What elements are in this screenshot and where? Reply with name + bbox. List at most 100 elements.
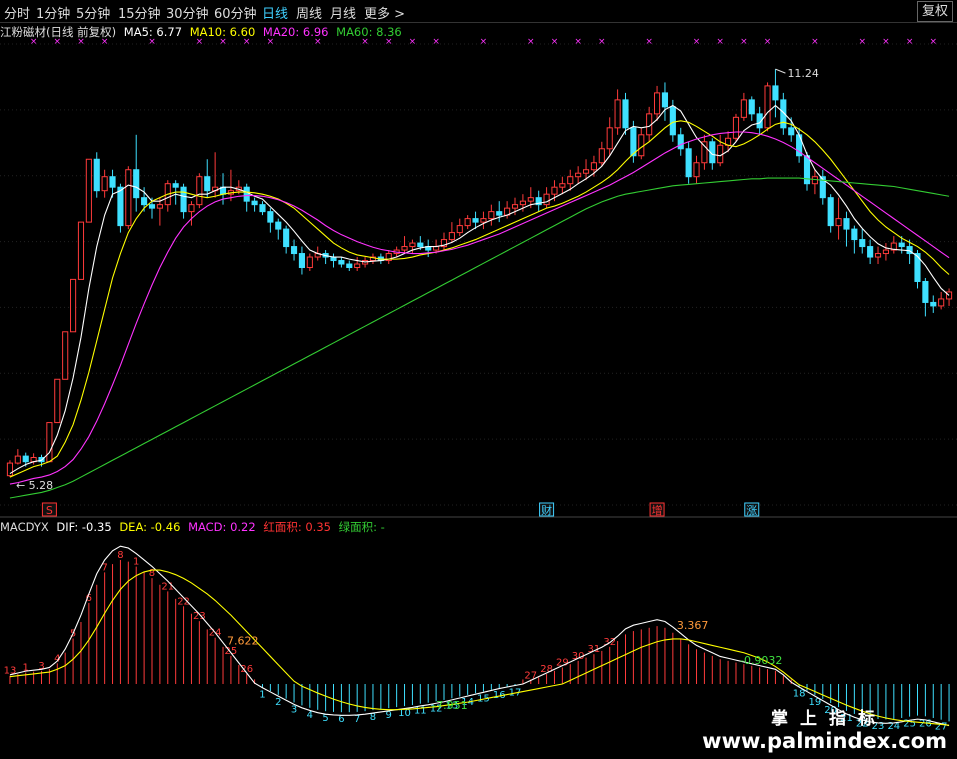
- candle-body: [188, 204, 195, 213]
- candle-body: [243, 186, 250, 202]
- event-marker-label: 涨: [746, 504, 757, 517]
- candle-body: [448, 232, 455, 241]
- candle-body: [464, 218, 471, 227]
- candle-body: [835, 218, 842, 227]
- candle-body: [496, 211, 503, 216]
- candle-body: [519, 200, 526, 206]
- candle-body: [543, 193, 550, 206]
- macd-green-count-label: 3: [291, 704, 297, 715]
- top-marker: ×: [716, 37, 724, 47]
- candle-body: [62, 331, 69, 380]
- macd-red-count-label: 13: [4, 666, 17, 677]
- candle-body: [511, 204, 519, 209]
- candle-body: [54, 378, 61, 424]
- top-marker: ×: [574, 37, 582, 47]
- candle-body: [401, 246, 408, 251]
- candle-body: [6, 462, 14, 477]
- price-callout-line: [775, 68, 786, 74]
- candle-body: [417, 242, 424, 248]
- candle-body: [156, 204, 163, 209]
- top-marker: ×: [219, 37, 227, 47]
- candle-body: [693, 162, 700, 178]
- candle-body: [141, 197, 148, 206]
- top-marker: ×: [858, 37, 866, 47]
- top-marker: ×: [385, 37, 393, 47]
- candle-body: [117, 186, 124, 227]
- candle-body: [930, 301, 937, 307]
- candle-body: [196, 176, 203, 206]
- candle-body: [109, 176, 116, 188]
- top-marker: ×: [267, 37, 275, 47]
- candle-body: [180, 186, 187, 213]
- candle-body: [685, 148, 692, 178]
- top-marker: ×: [527, 37, 535, 47]
- candle-body: [409, 242, 416, 248]
- candle-body: [622, 99, 629, 129]
- candle-body: [945, 291, 953, 300]
- candle-body: [567, 176, 574, 185]
- top-marker: ×: [314, 37, 322, 47]
- price-high-label: 11.24: [787, 67, 819, 80]
- candle-body: [582, 169, 590, 174]
- event-marker-label: 增: [652, 503, 663, 517]
- macd-red-count-label: 8: [117, 550, 123, 561]
- top-marker: ×: [882, 37, 890, 47]
- candle-body: [661, 92, 669, 108]
- candle-body: [267, 211, 274, 223]
- top-marker: ×: [551, 37, 559, 47]
- top-marker: ×: [77, 37, 85, 47]
- candle-body: [701, 141, 708, 164]
- top-marker: ×: [929, 37, 937, 47]
- top-marker: ×: [148, 37, 156, 47]
- macd-green-count-label: 1: [259, 689, 265, 700]
- candle-body: [480, 218, 487, 223]
- macd-annotation: 3.367: [677, 619, 709, 632]
- candle-body: [598, 148, 605, 164]
- candle-body: [859, 239, 866, 248]
- top-marker: ×: [409, 37, 417, 47]
- candle-body: [172, 183, 179, 188]
- candle-body: [882, 249, 889, 255]
- candle-body: [938, 298, 945, 307]
- candle-body: [677, 134, 684, 150]
- chart-canvas: × × × × × × × × × × × × × × × × × × × × × × × × × × × × × 11.24 ← 5.28…: [0, 37, 957, 733]
- candle-body: [101, 176, 108, 192]
- candle-body: [259, 204, 266, 213]
- candle-body: [772, 85, 779, 101]
- macd-annotation: -7.951: [432, 699, 467, 712]
- candle-body: [559, 183, 566, 188]
- candle-body: [275, 221, 282, 230]
- watermark-cn: 掌上指标: [771, 709, 887, 729]
- candle-body: [764, 85, 771, 129]
- candle-body: [133, 169, 140, 199]
- candle-body: [748, 99, 755, 115]
- top-marker: ×: [480, 37, 488, 47]
- macd-red-count-label: 1: [133, 557, 139, 568]
- candle-body: [874, 253, 882, 258]
- candle-body: [827, 197, 834, 227]
- macd-red-count-label: 21: [161, 581, 174, 592]
- candle-body: [125, 169, 132, 227]
- top-marker: ×: [243, 37, 251, 47]
- candle-body: [290, 246, 298, 255]
- candle-body: [653, 92, 661, 115]
- candle-body: [472, 218, 479, 223]
- candle-body: [22, 455, 29, 463]
- candle-body: [77, 221, 85, 280]
- macd-green-count-label: 9: [386, 710, 392, 721]
- candle-body: [354, 263, 361, 269]
- candle-body: [346, 263, 353, 269]
- top-marker: ×: [598, 37, 606, 47]
- candle-body: [575, 172, 582, 178]
- top-marker: ×: [693, 37, 701, 47]
- candle-body: [306, 256, 313, 269]
- candle-body: [85, 158, 92, 223]
- candle-body: [527, 197, 534, 202]
- candle-body: [93, 158, 100, 192]
- candle-body: [488, 211, 495, 220]
- candle-body: [204, 176, 211, 192]
- macd-annotation: 7.622: [227, 635, 258, 648]
- candle-body: [46, 422, 53, 463]
- candle-body: [251, 200, 258, 206]
- candle-body: [148, 204, 156, 209]
